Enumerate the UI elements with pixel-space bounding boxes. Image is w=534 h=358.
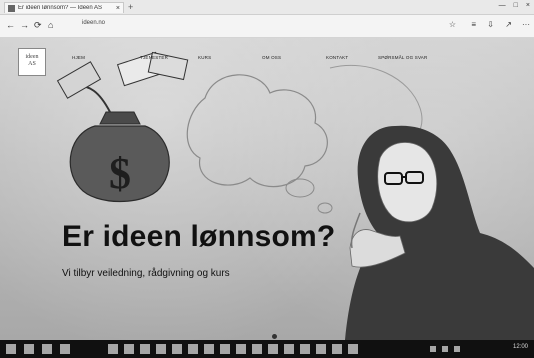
favicon-icon xyxy=(8,4,15,12)
more-icon[interactable]: ··· xyxy=(522,20,530,29)
thought-bubble-tiny xyxy=(317,202,333,214)
sketch-lines xyxy=(329,64,423,147)
store-icon[interactable] xyxy=(124,344,134,354)
downloads-icon[interactable]: ⇩ xyxy=(487,20,494,29)
edge-icon[interactable] xyxy=(60,344,70,354)
app-icon-11[interactable] xyxy=(316,344,326,354)
hero-title: Er ideen lønnsom? xyxy=(62,220,336,253)
browser-tab[interactable]: Er ideen lønnsom? — Ideen AS × xyxy=(4,2,124,13)
browser-tab-bar: Er ideen lønnsom? — Ideen AS × + — □ × xyxy=(0,0,534,15)
app-icon-8[interactable] xyxy=(268,344,278,354)
battery-icon[interactable] xyxy=(454,346,460,352)
slider-dot[interactable] xyxy=(272,334,277,339)
app-icon-10[interactable] xyxy=(300,344,310,354)
app-icon-3[interactable] xyxy=(188,344,198,354)
url-field[interactable]: ideen.no xyxy=(82,20,105,26)
app-icon-6[interactable] xyxy=(236,344,246,354)
mail-icon[interactable] xyxy=(140,344,150,354)
app-icon-12[interactable] xyxy=(332,344,342,354)
network-icon[interactable] xyxy=(430,346,436,352)
menu-item-faq[interactable]: SPØRSMÅL OG SVAR xyxy=(378,55,427,60)
close-window-button[interactable]: × xyxy=(526,2,530,9)
volume-icon[interactable] xyxy=(442,346,448,352)
menu-item-tjenester[interactable]: TJENESTER xyxy=(140,55,168,60)
maximize-button[interactable]: □ xyxy=(514,2,518,9)
taskbar: 12:00 xyxy=(0,340,534,358)
forward-icon[interactable]: → xyxy=(20,20,29,30)
app-icon-1[interactable] xyxy=(156,344,166,354)
main-menu: HJEM TJENESTER KURS OM OSS KONTAKT SPØRS… xyxy=(0,55,534,65)
app-icon-5[interactable] xyxy=(220,344,230,354)
new-tab-button[interactable]: + xyxy=(128,2,133,12)
menu-item-hjem[interactable]: HJEM xyxy=(72,55,85,60)
share-icon[interactable]: ↗ xyxy=(505,20,512,29)
refresh-icon[interactable]: ⟳ xyxy=(34,20,42,30)
thought-bubble-small xyxy=(285,178,315,198)
address-bar: ← → ⟳ ⌂ ideen.no ☆ ≡ ⇩ ↗ ··· xyxy=(0,15,534,38)
system-clock[interactable]: 12:00 xyxy=(513,344,528,350)
reading-list-icon[interactable]: ≡ xyxy=(471,20,476,29)
app-icon-13[interactable] xyxy=(348,344,358,354)
thought-cloud xyxy=(186,74,328,188)
explorer-icon[interactable] xyxy=(108,344,118,354)
menu-item-kontakt[interactable]: KONTAKT xyxy=(326,55,348,60)
woman-figure xyxy=(345,125,534,340)
back-icon[interactable]: ← xyxy=(6,20,15,30)
dollar-sign-icon: $ xyxy=(109,149,131,198)
app-icon-2[interactable] xyxy=(172,344,182,354)
home-icon[interactable]: ⌂ xyxy=(48,20,53,30)
search-icon[interactable] xyxy=(24,344,34,354)
window-controls: — □ × xyxy=(499,2,530,9)
start-icon[interactable] xyxy=(6,344,16,354)
task-view-icon[interactable] xyxy=(42,344,52,354)
favorites-icon[interactable]: ☆ xyxy=(449,20,456,29)
minimize-button[interactable]: — xyxy=(499,2,506,9)
web-page: $ ideen AS HJEM TJENESTER KURS OM OSS KO… xyxy=(0,38,534,340)
tab-close-icon[interactable]: × xyxy=(116,5,120,12)
app-icon-7[interactable] xyxy=(252,344,262,354)
app-icon-4[interactable] xyxy=(204,344,214,354)
tab-title: Er ideen lønnsom? — Ideen AS xyxy=(18,5,103,11)
menu-item-om-oss[interactable]: OM OSS xyxy=(262,55,281,60)
hero-subtitle: Vi tilbyr veiledning, rådgivning og kurs xyxy=(62,268,230,279)
glasses-icon xyxy=(384,172,403,185)
app-icon-9[interactable] xyxy=(284,344,294,354)
money-bag-icon xyxy=(69,125,170,203)
menu-item-kurs[interactable]: KURS xyxy=(198,55,211,60)
hero-illustration: $ xyxy=(56,51,534,340)
